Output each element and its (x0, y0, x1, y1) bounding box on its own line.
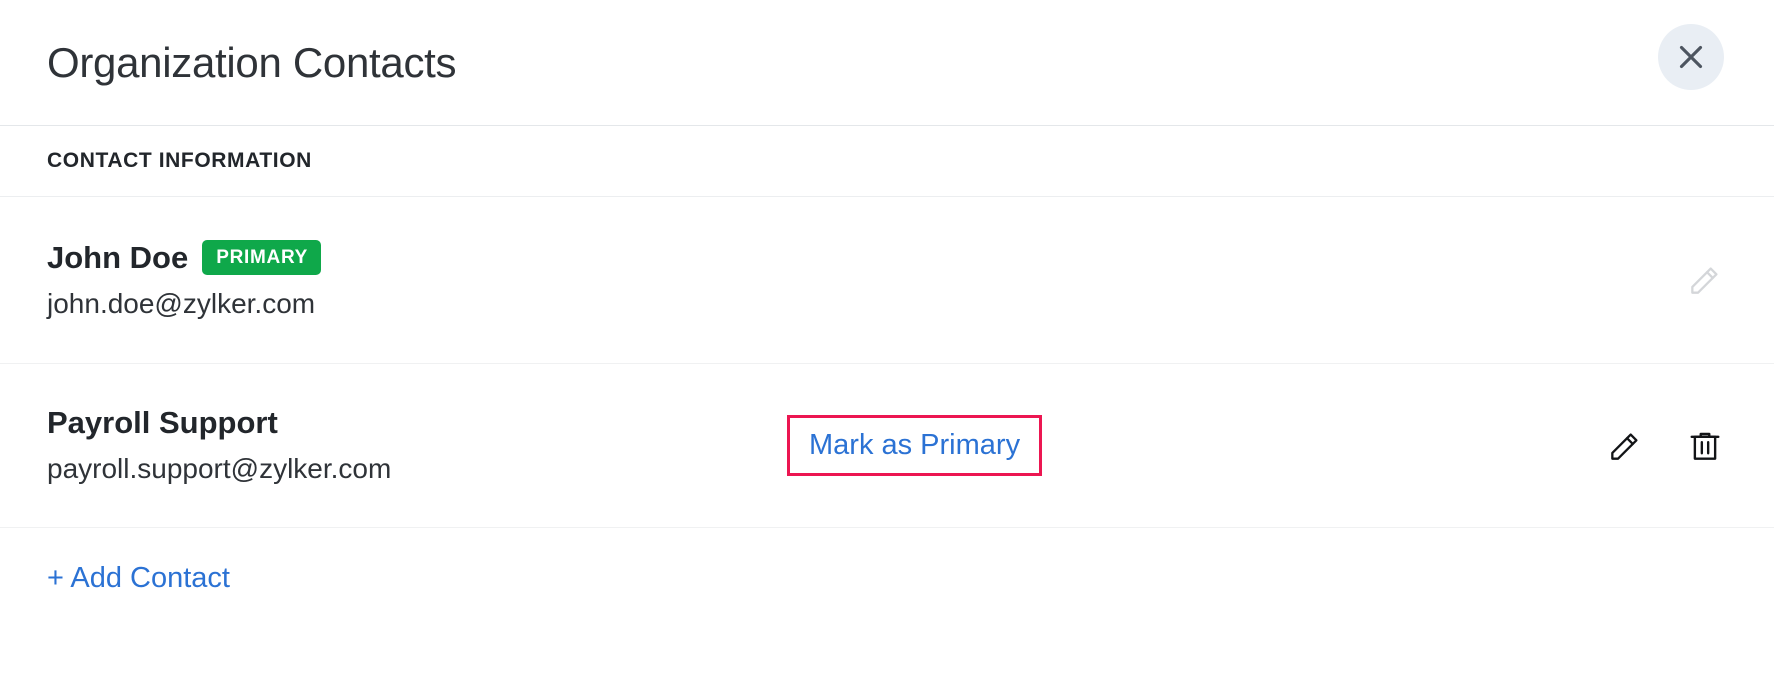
edit-contact-button[interactable] (1683, 258, 1727, 302)
pencil-icon (1606, 427, 1644, 465)
row-actions (1683, 258, 1727, 302)
contact-details: Payroll Support payroll.support@zylker.c… (47, 405, 747, 485)
page-title: Organization Contacts (47, 38, 457, 86)
contact-details: John Doe PRIMARY john.doe@zylker.com (47, 240, 747, 320)
status-badge: PRIMARY (202, 240, 322, 276)
mark-as-primary-link[interactable]: Mark as Primary (787, 415, 1042, 476)
dialog-header: Organization Contacts (0, 0, 1774, 126)
trash-icon (1686, 427, 1724, 465)
close-icon (1678, 44, 1704, 70)
delete-contact-button[interactable] (1683, 424, 1727, 468)
contact-email: payroll.support@zylker.com (47, 453, 392, 485)
edit-contact-button[interactable] (1603, 424, 1647, 468)
mark-as-primary-container: Mark as Primary (787, 415, 1043, 476)
contact-email: john.doe@zylker.com (47, 288, 316, 320)
organization-contacts-dialog: Organization Contacts CONTACT INFORMATIO… (0, 0, 1774, 682)
pencil-icon (1686, 261, 1724, 299)
contact-name: Payroll Support (47, 405, 278, 441)
add-contact-button[interactable]: + Add Contact (47, 563, 230, 593)
contact-row: Payroll Support payroll.support@zylker.c… (0, 364, 1774, 528)
contact-name-line: Payroll Support (47, 405, 747, 441)
section-header-label: CONTACT INFORMATION (47, 149, 312, 172)
add-contact-row: + Add Contact (0, 528, 1774, 628)
contact-row: John Doe PRIMARY john.doe@zylker.com (0, 197, 1774, 364)
section-header-contact-information: CONTACT INFORMATION (0, 126, 1774, 197)
row-actions (1603, 424, 1727, 468)
contact-name: John Doe (47, 239, 189, 275)
contact-name-line: John Doe PRIMARY (47, 239, 747, 276)
close-button[interactable] (1658, 24, 1724, 90)
